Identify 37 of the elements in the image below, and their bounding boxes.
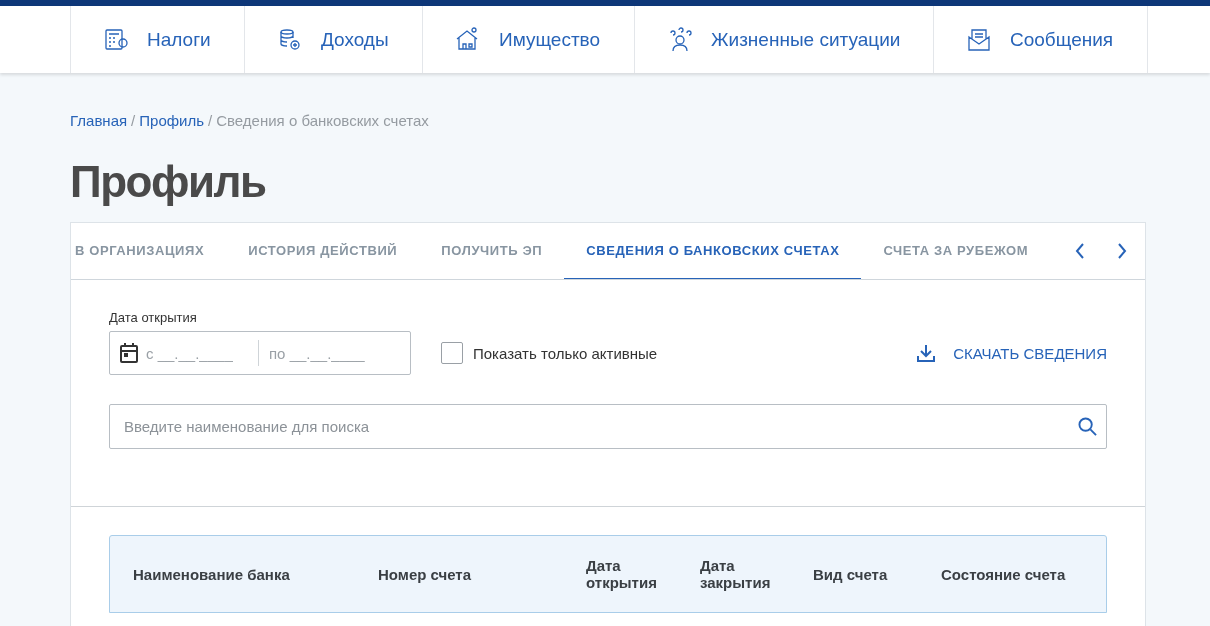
- envelope-icon: [966, 26, 992, 53]
- breadcrumb-current: Сведения о банковских счетах: [216, 112, 429, 129]
- tab[interactable]: ПОЛУЧИТЬ ЭП: [419, 223, 565, 279]
- column-header: Наименование банка: [133, 565, 290, 583]
- nav-link[interactable]: Сообщения: [934, 6, 1148, 73]
- calculator-icon: [103, 26, 129, 53]
- page-title: Профиль: [70, 156, 266, 208]
- nav-link[interactable]: Жизненные ситуации: [635, 6, 934, 73]
- coins-icon: [277, 26, 303, 53]
- chevron-right-icon: [1117, 243, 1127, 259]
- column-header: Дата закрытия: [700, 557, 772, 591]
- checkbox[interactable]: [441, 342, 463, 364]
- chevron-left-icon: [1075, 243, 1085, 259]
- tab[interactable]: СЧЕТА ЗА РУБЕЖОМ: [861, 223, 1051, 279]
- search-field[interactable]: Введите наименование для поиска: [109, 404, 1107, 449]
- breadcrumb-link[interactable]: Профиль: [139, 112, 205, 129]
- breadcrumb-separator: /: [208, 112, 213, 129]
- search-icon: [1078, 417, 1097, 436]
- tab[interactable]: В ОРГАНИЗАЦИЯХ: [71, 223, 227, 279]
- tab[interactable]: ИСТОРИЯ ДЕЙСТВИЙ: [226, 223, 420, 279]
- breadcrumb-link[interactable]: Главная: [70, 112, 128, 129]
- nav-link[interactable]: Имущество: [423, 6, 635, 73]
- nav-link[interactable]: Доходы: [245, 6, 423, 73]
- checkbox-label: Показать только активные: [473, 344, 658, 362]
- calendar-icon: [120, 343, 138, 363]
- column-header: Состояние счета: [941, 565, 1066, 583]
- column-header: Номер счета: [378, 565, 472, 583]
- column-header: Вид счета: [813, 565, 888, 583]
- field-label: Дата открытия: [109, 310, 198, 325]
- nav-link[interactable]: Налоги: [71, 6, 245, 73]
- date-range-field[interactable]: с __.__.____ по __.__.____: [109, 331, 411, 375]
- download-icon: [917, 344, 936, 362]
- person-icon: [667, 26, 693, 53]
- column-header: Дата открытия: [586, 557, 658, 591]
- tab[interactable]: СВЕДЕНИЯ О БАНКОВСКИХ СЧЕТАХ: [564, 223, 862, 279]
- breadcrumb-separator: /: [131, 112, 136, 129]
- download-link[interactable]: СКАЧАТЬ СВЕДЕНИЯ: [917, 331, 1107, 375]
